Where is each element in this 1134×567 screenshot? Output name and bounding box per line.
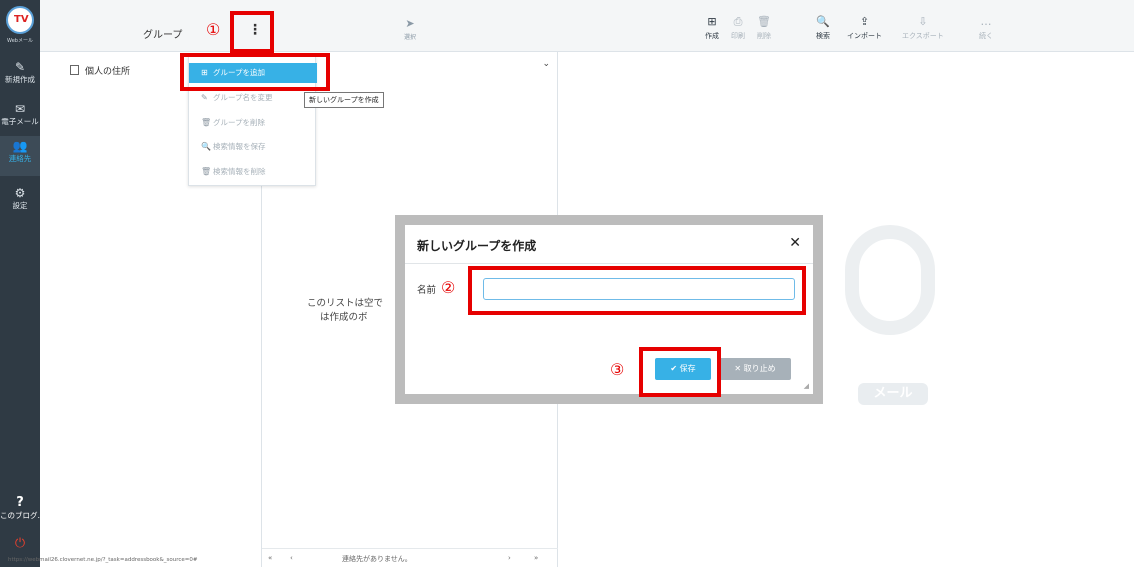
menu-item-delete-group[interactable]: 🗑 グループを削除 (189, 113, 317, 133)
menu-item-label: 検索情報を削除 (213, 167, 266, 176)
pointer-icon: ➤ (405, 17, 415, 30)
contacts-header: ➤ 選択 (262, 0, 558, 52)
annotation-box-3 (639, 347, 721, 397)
nav-item-label: 電子メール (1, 117, 39, 126)
nav-item-settings[interactable]: ⚙ 設定 (0, 186, 40, 211)
menu-item-delete-search[interactable]: 🗑 検索情報を削除 (189, 162, 317, 182)
export-button[interactable]: ⇩ エクスポート (902, 16, 944, 41)
trash-icon: 🗑 (201, 167, 212, 176)
groups-header: グループ ⋮ (40, 0, 262, 52)
menu-item-rename-group[interactable]: ✎ グループ名を変更 (189, 88, 317, 108)
menu-item-label: グループを削除 (213, 118, 266, 127)
delete-button[interactable]: 🗑 削除 (757, 16, 771, 41)
search-button[interactable]: 🔍 検索 (816, 16, 830, 41)
import-button[interactable]: ⇪ インポート (847, 16, 882, 41)
toolbar-label: 検索 (816, 32, 830, 40)
gear-icon: ⚙ (14, 186, 26, 200)
nav-item-label: 設定 (12, 201, 28, 210)
upload-icon: ⇪ (859, 15, 870, 28)
last-page-button[interactable]: » (534, 554, 538, 562)
nav-item-contacts[interactable]: 👥 連絡先 (0, 136, 40, 176)
resize-handle[interactable]: ◢ (804, 382, 809, 390)
download-icon: ⇩ (918, 15, 928, 28)
more-button[interactable]: … 続く (979, 16, 993, 41)
trash-icon: 🗑 (201, 118, 212, 127)
logo-text: TV (14, 14, 29, 25)
toolbar-label: 続く (979, 32, 993, 40)
cancel-button[interactable]: ✕ 取り止め (719, 358, 791, 380)
dialog-title: 新しいグループを作成 (417, 239, 537, 253)
nav-item-label: 連絡先 (8, 154, 32, 163)
create-button[interactable]: ⊞ 作成 (705, 16, 719, 41)
toolbar-label: エクスポート (902, 32, 944, 40)
watermark-text: メール (858, 383, 928, 405)
tooltip: 新しいグループを作成 (304, 92, 384, 108)
pencil-icon: ✎ (201, 93, 208, 102)
nav-item-compose[interactable]: ✎ 新規作成 (0, 60, 40, 85)
toolbar-label: 作成 (705, 32, 719, 40)
prev-page-button[interactable]: ‹ (290, 554, 293, 562)
name-label: 名前 (417, 285, 437, 296)
watermark-logo (845, 225, 935, 335)
nav-item-label: 新規作成 (5, 75, 35, 84)
compose-icon: ✎ (14, 60, 26, 74)
trash-icon: 🗑 (757, 15, 771, 28)
select-button[interactable]: ➤ 選択 (398, 17, 422, 42)
first-page-button[interactable]: « (268, 554, 272, 562)
menu-item-save-search[interactable]: 🔍 検索情報を保存 (189, 137, 317, 157)
toolbar-label: 削除 (757, 32, 771, 40)
toolbar-label: 印刷 (731, 32, 745, 40)
next-page-button[interactable]: › (508, 554, 511, 562)
groups-title: グループ (143, 30, 183, 41)
search-icon: 🔍 (816, 15, 830, 28)
chevron-down-icon[interactable]: ⌄ (542, 59, 550, 69)
toolbar: ⊞ 作成 ⎙ 印刷 🗑 削除 🔍 検索 ⇪ インポート ⇩ エクスポート … 続… (558, 0, 1134, 52)
addressbook-icon (70, 65, 79, 75)
main-nav: TV Webメール ✎ 新規作成 ✉ 電子メール 👥 連絡先 ⚙ 設定 ? この… (0, 0, 45, 567)
contacts-icon: 👥 (12, 139, 28, 153)
help-icon: ? (16, 495, 24, 510)
print-button[interactable]: ⎙ 印刷 (731, 16, 745, 41)
annotation-number-2: ② (441, 278, 456, 297)
nav-item-mail[interactable]: ✉ 電子メール (0, 102, 40, 127)
menu-item-label: グループ名を変更 (213, 93, 273, 102)
close-icon[interactable]: ✕ (789, 235, 801, 251)
mail-icon: ✉ (14, 102, 26, 116)
empty-line-2: は作成のボ (320, 312, 368, 323)
status-url: https://webmail26.clovernet.ne.jp/?_task… (8, 557, 198, 563)
annotation-box-menu (180, 53, 330, 91)
logo-subtitle: Webメール (7, 38, 33, 44)
logo[interactable]: TV (6, 6, 34, 34)
toolbar-label: インポート (847, 32, 882, 40)
annotation-number-1: ① (206, 20, 221, 39)
ellipsis-icon: … (980, 15, 992, 28)
annotation-number-3: ③ (610, 360, 625, 379)
empty-list-message: このリストは空で は作成のボ (290, 297, 400, 325)
select-label: 選択 (403, 34, 416, 41)
nav-help[interactable]: ? このブログ… (0, 495, 45, 521)
app-root: TV Webメール ✎ 新規作成 ✉ 電子メール 👥 連絡先 ⚙ 設定 ? この… (0, 0, 1134, 567)
plus-square-icon: ⊞ (707, 15, 717, 28)
search-icon: 🔍 (201, 142, 211, 151)
logout-icon[interactable]: ⏻ (0, 536, 40, 551)
print-icon: ⎙ (733, 15, 743, 28)
menu-item-label: 検索情報を保存 (213, 142, 266, 151)
addressbook-label: 個人の住所 (85, 67, 131, 77)
empty-line-1: このリストは空で (306, 298, 383, 309)
addressbook-item-personal[interactable]: 個人の住所 (70, 64, 130, 77)
list-footer: « ‹ 連絡先がありません。 › » (262, 548, 558, 567)
help-label: このブログ… (0, 511, 45, 520)
annotation-box-2 (468, 266, 806, 315)
annotation-box-1 (230, 11, 274, 53)
dialog-divider (405, 263, 813, 264)
list-status: 連絡先がありません。 (342, 555, 412, 563)
